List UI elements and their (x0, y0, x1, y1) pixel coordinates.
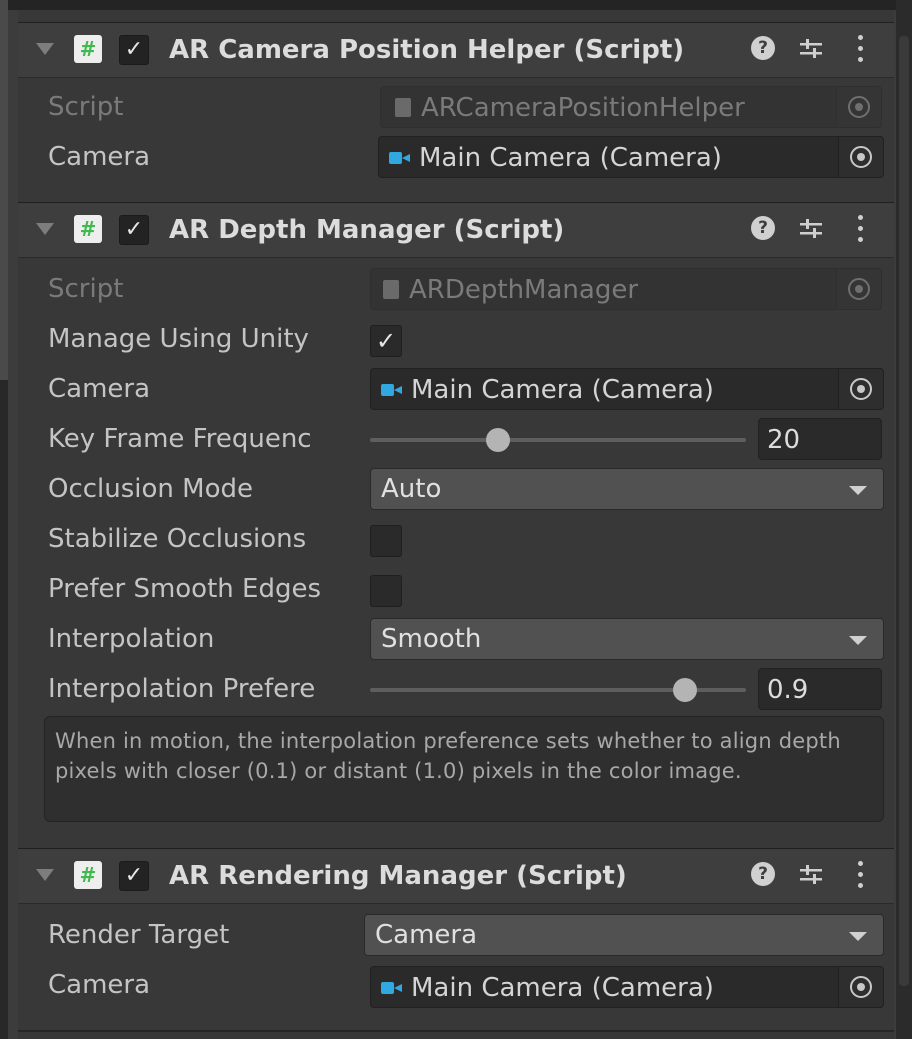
camera-value: Main Camera (Camera) (411, 375, 714, 405)
interpolation-value: Smooth (381, 624, 482, 654)
camera-icon (381, 384, 403, 396)
help-box-text: When in motion, the interpolation prefer… (55, 729, 841, 783)
script-hash-icon: # (74, 861, 102, 889)
interpolation-preference-label: Interpolation Prefere (48, 674, 316, 704)
interpolation-label: Interpolation (48, 624, 215, 654)
interpolation-dropdown[interactable]: Smooth (370, 618, 884, 660)
vertical-scrollbar[interactable] (896, 0, 912, 1039)
component-header-depth-manager[interactable]: # ✓ AR Depth Manager (Script) ? (18, 202, 894, 258)
preset-icon[interactable] (798, 36, 824, 62)
stabilize-occlusions-checkbox[interactable] (370, 525, 402, 557)
occlusion-mode-dropdown[interactable]: Auto (370, 468, 884, 510)
script-value: ARDepthManager (409, 275, 639, 305)
occlusion-mode-value: Auto (381, 474, 442, 504)
camera-object-field[interactable]: Main Camera (Camera) (370, 368, 884, 410)
object-picker-icon (836, 269, 881, 309)
key-frame-frequency-input[interactable]: 20 (758, 418, 882, 460)
camera-value: Main Camera (Camera) (419, 143, 722, 173)
stabilize-occlusions-label: Stabilize Occlusions (48, 524, 307, 554)
component-title: AR Camera Position Helper (Script) (169, 35, 685, 65)
camera-value: Main Camera (Camera) (411, 973, 714, 1003)
camera-icon (389, 152, 411, 164)
manage-using-unity-label: Manage Using Unity (48, 324, 309, 354)
object-picker-icon[interactable] (838, 967, 883, 1007)
component-title: AR Depth Manager (Script) (169, 215, 565, 245)
script-value: ARCameraPositionHelper (421, 93, 745, 123)
camera-label: Camera (48, 970, 151, 1000)
key-frame-frequency-slider-thumb[interactable] (486, 428, 511, 452)
key-frame-frequency-label: Key Frame Frequenc (48, 424, 312, 454)
interpolation-preference-value: 0.9 (767, 675, 809, 705)
render-target-label: Render Target (48, 920, 230, 950)
foldout-arrow-icon[interactable] (36, 43, 54, 55)
component-header-camera-position-helper[interactable]: # ✓ AR Camera Position Helper (Script) ? (18, 22, 894, 78)
component-enabled-checkbox[interactable]: ✓ (119, 35, 149, 65)
scrollbar-thumb[interactable] (899, 36, 909, 986)
interpolation-preference-input[interactable]: 0.9 (758, 668, 882, 710)
preset-icon[interactable] (798, 216, 824, 242)
component-enabled-checkbox[interactable]: ✓ (119, 215, 149, 245)
foldout-arrow-icon[interactable] (36, 869, 54, 881)
more-menu-icon[interactable] (854, 32, 866, 66)
key-frame-frequency-slider[interactable] (370, 438, 746, 442)
camera-icon (381, 982, 403, 994)
script-label: Script (48, 92, 124, 122)
prefer-smooth-edges-checkbox[interactable] (370, 575, 402, 607)
object-picker-icon[interactable] (838, 369, 883, 409)
script-file-icon (395, 98, 411, 117)
more-menu-icon[interactable] (854, 212, 866, 246)
script-label: Script (48, 274, 124, 304)
top-edge (8, 0, 912, 10)
help-icon[interactable]: ? (751, 36, 775, 60)
chevron-down-icon (849, 486, 867, 495)
left-edge (0, 0, 8, 1039)
render-target-value: Camera (375, 920, 478, 950)
camera-object-field[interactable]: Main Camera (Camera) (378, 136, 884, 178)
help-icon[interactable]: ? (751, 862, 775, 886)
script-file-icon (383, 280, 399, 299)
foldout-arrow-icon[interactable] (36, 223, 54, 235)
section-divider (18, 1030, 894, 1032)
help-box: When in motion, the interpolation prefer… (44, 716, 884, 822)
camera-label: Camera (48, 142, 151, 172)
component-header-rendering-manager[interactable]: # ✓ AR Rendering Manager (Script) ? (18, 848, 894, 904)
script-hash-icon: # (74, 35, 102, 63)
chevron-down-icon (849, 932, 867, 941)
preset-icon[interactable] (798, 862, 824, 888)
camera-label: Camera (48, 374, 151, 404)
object-picker-icon (836, 87, 881, 127)
camera-object-field[interactable]: Main Camera (Camera) (370, 966, 884, 1008)
manage-using-unity-checkbox[interactable]: ✓ (370, 325, 402, 357)
more-menu-icon[interactable] (854, 858, 866, 892)
render-target-dropdown[interactable]: Camera (364, 914, 884, 956)
script-object-field: ARDepthManager (370, 268, 882, 310)
key-frame-frequency-value: 20 (767, 425, 801, 455)
prefer-smooth-edges-label: Prefer Smooth Edges (48, 574, 321, 604)
script-object-field: ARCameraPositionHelper (380, 86, 882, 128)
script-hash-icon: # (74, 215, 102, 243)
component-title: AR Rendering Manager (Script) (169, 861, 627, 891)
help-icon[interactable]: ? (751, 216, 775, 240)
component-enabled-checkbox[interactable]: ✓ (119, 861, 149, 891)
occlusion-mode-label: Occlusion Mode (48, 474, 254, 504)
chevron-down-icon (849, 636, 867, 645)
object-picker-icon[interactable] (838, 137, 883, 177)
interpolation-preference-slider-thumb[interactable] (672, 678, 697, 702)
